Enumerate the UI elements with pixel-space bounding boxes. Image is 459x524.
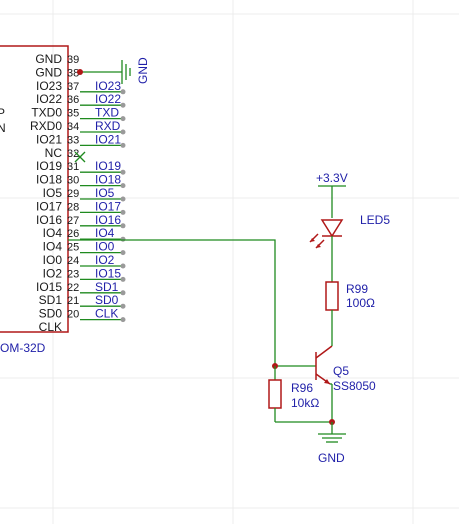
- pin-number: 36: [67, 94, 79, 106]
- net-label: IO19: [95, 159, 121, 173]
- r96-designator: R96: [291, 381, 313, 395]
- net-label: CLK: [95, 307, 118, 321]
- net-label: RXD: [95, 119, 121, 133]
- net-label: TXD: [95, 106, 119, 120]
- r96-resistor: R96 10kΩ: [268, 366, 332, 423]
- net-label: IO23: [95, 79, 121, 93]
- pin-number: 22: [67, 282, 79, 294]
- module-pins: GND 39GND 38IO23 37 IO23IO22 36 IO22TXD0 35 TXDR…: [30, 52, 126, 334]
- pin-name: IO0: [43, 253, 63, 267]
- led5-designator: LED5: [360, 213, 390, 227]
- wire-endpoint: [120, 209, 126, 215]
- wire-endpoint: [120, 263, 126, 269]
- module-fragment-1: P: [0, 106, 5, 120]
- pin-number: 25: [67, 242, 79, 254]
- wire-endpoint: [120, 196, 126, 202]
- gnd-bottom-label: GND: [318, 451, 345, 465]
- pin-number: 20: [67, 309, 79, 321]
- net-label: IO16: [95, 213, 121, 227]
- pin-name: SD1: [39, 293, 63, 307]
- pin-name: IO2: [43, 266, 63, 280]
- power-3v3: +3.3V: [316, 171, 348, 218]
- pin-name: IO15: [36, 280, 62, 294]
- net-label: IO4: [95, 226, 115, 240]
- pin-name: TXD0: [31, 106, 62, 120]
- pin-number: 21: [67, 295, 79, 307]
- pin-name: IO4: [43, 226, 63, 240]
- wire-endpoint: [120, 276, 126, 282]
- net-label: IO18: [95, 173, 121, 187]
- wire-endpoint: [120, 169, 126, 175]
- r99-resistor: R99 100Ω: [325, 281, 375, 344]
- net-label: IO2: [95, 253, 115, 267]
- pin-name: CLK: [39, 320, 62, 334]
- pin-number: 29: [67, 188, 79, 200]
- wire-endpoint: [120, 183, 126, 189]
- net-label: SD1: [95, 280, 119, 294]
- net-label: SD0: [95, 293, 119, 307]
- pin-name: IO17: [36, 199, 62, 213]
- pin-number: 33: [67, 134, 79, 146]
- pin-name: IO18: [36, 173, 62, 187]
- wire-endpoint: [120, 317, 126, 323]
- pin-number: 27: [67, 215, 79, 227]
- schematic-canvas: P N OM-32D GND 39GND 38IO23 37 IO23IO22 36 IO2…: [0, 0, 459, 524]
- pin-number: 35: [67, 108, 79, 120]
- wire-endpoint: [120, 129, 126, 135]
- pin-name: NC: [45, 146, 63, 160]
- pin-number: 23: [67, 268, 79, 280]
- led5: LED5: [309, 213, 390, 282]
- wire-endpoint: [120, 89, 126, 95]
- r99-value: 100Ω: [346, 296, 375, 310]
- pin-name: IO4: [43, 240, 63, 254]
- pin-name: RXD0: [30, 119, 62, 133]
- pin-number: 24: [67, 255, 79, 267]
- r96-value: 10kΩ: [291, 396, 319, 410]
- pin-name: GND: [35, 65, 62, 79]
- pin-name: IO19: [36, 159, 62, 173]
- wire-endpoint: [120, 290, 126, 296]
- gnd-top-label: GND: [136, 57, 150, 84]
- net-label: IO15: [95, 266, 121, 280]
- net-label: IO21: [95, 132, 121, 146]
- wire-endpoint: [120, 236, 126, 242]
- pin-name: IO23: [36, 79, 62, 93]
- r99-designator: R99: [346, 282, 368, 296]
- q5-transistor: Q5 SS8050: [315, 344, 376, 422]
- wire-endpoint: [120, 102, 126, 108]
- gnd-symbol-bottom: GND: [318, 419, 346, 465]
- wire-endpoint: [120, 250, 126, 256]
- q5-designator: Q5: [333, 364, 349, 378]
- net-label: IO17: [95, 199, 121, 213]
- power-label: +3.3V: [316, 171, 348, 185]
- net-label: IO22: [95, 92, 121, 106]
- pin-name: GND: [35, 52, 62, 66]
- net-label: IO0: [95, 240, 115, 254]
- pin-number: 26: [67, 228, 79, 240]
- pin-name: IO22: [36, 92, 62, 106]
- wire-endpoint: [120, 142, 126, 148]
- pin-number: 30: [67, 175, 79, 187]
- pin-name: SD0: [39, 307, 63, 321]
- pin-number: 37: [67, 81, 79, 93]
- pin-number: 39: [67, 54, 79, 66]
- wire-endpoint: [120, 116, 126, 122]
- pin-number: 31: [67, 161, 79, 173]
- pin-name: IO5: [43, 186, 63, 200]
- q5-value: SS8050: [333, 379, 376, 393]
- pin-number: 28: [67, 201, 79, 213]
- module-part-label: OM-32D: [0, 341, 46, 355]
- wire-endpoint: [120, 303, 126, 309]
- pin-number: 34: [67, 121, 79, 133]
- net-label: IO5: [95, 186, 115, 200]
- module-fragment-2: N: [0, 121, 6, 135]
- wire-endpoint: [120, 223, 126, 229]
- pin-name: IO16: [36, 213, 62, 227]
- pin-name: IO21: [36, 132, 62, 146]
